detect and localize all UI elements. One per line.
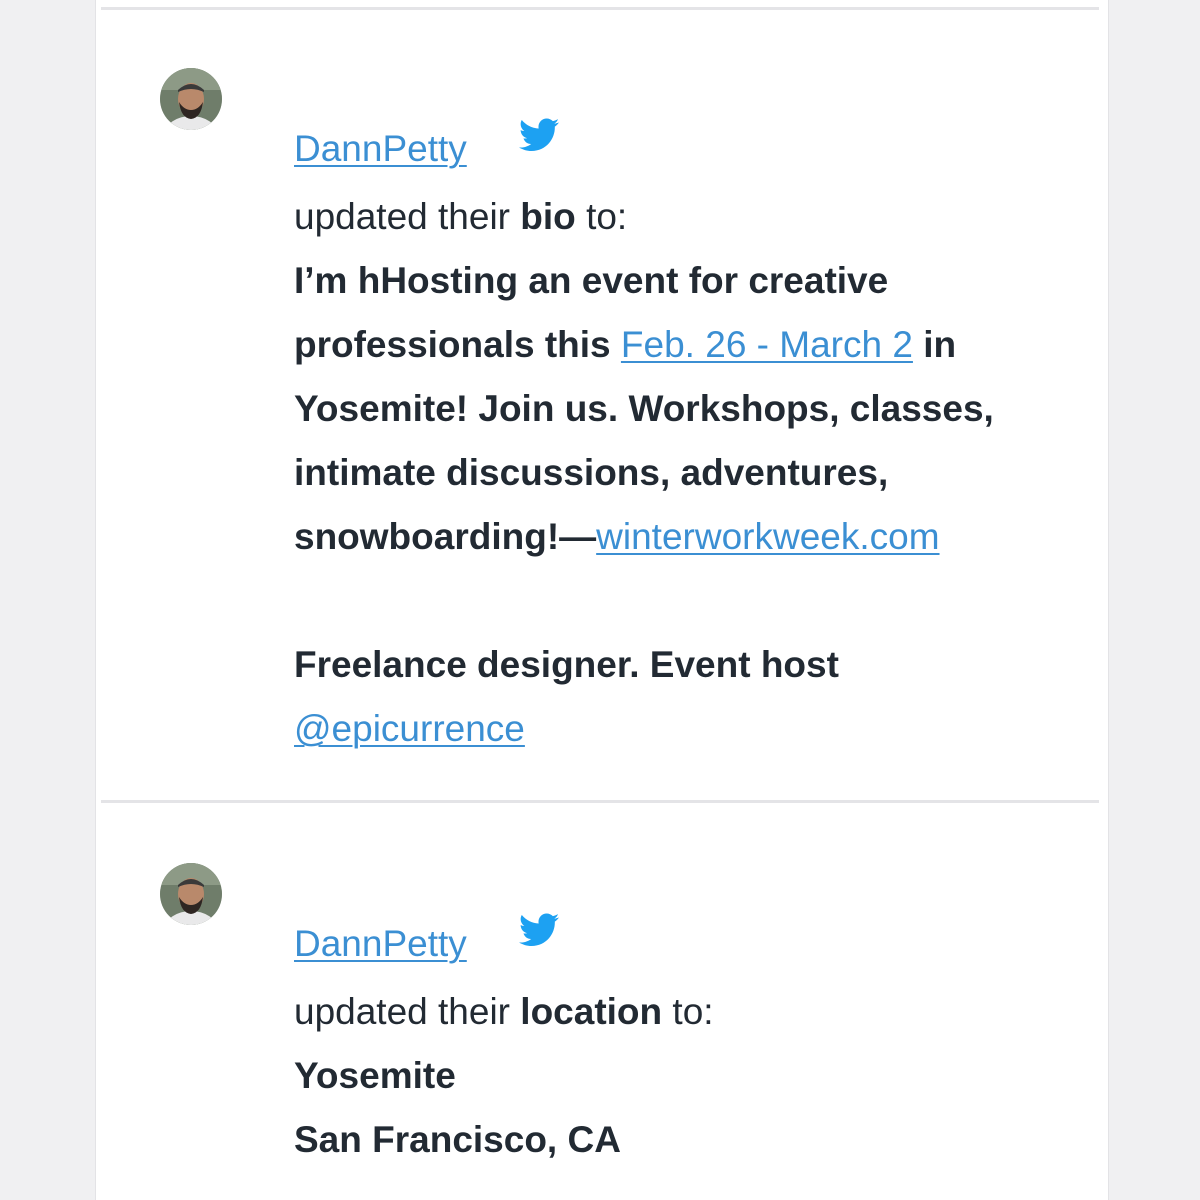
action-line: updated their location to: [294, 991, 714, 1032]
action-line: updated their bio to: [294, 196, 628, 237]
bio-update: updated their bio to: I’m hHosting an ev… [294, 185, 1084, 761]
username-link[interactable]: DannPetty [294, 130, 467, 167]
updated-field: location [520, 991, 663, 1032]
avatar[interactable] [160, 68, 222, 130]
username-link[interactable]: DannPetty [294, 925, 467, 962]
location-update: updated their location to: Yosemite San … [294, 980, 1084, 1172]
twitter-bird-icon[interactable] [519, 913, 559, 947]
updated-field: bio [520, 196, 576, 237]
location-text: Yosemite San Francisco, CA [294, 1055, 621, 1160]
avatar[interactable] [160, 863, 222, 925]
entry-divider-top [101, 7, 1099, 10]
date-link[interactable]: Feb. 26 - March 2 [621, 324, 913, 365]
entry-divider [101, 800, 1099, 803]
bio-text: I’m hHosting an event for creative profe… [294, 260, 994, 749]
website-link[interactable]: winterworkweek.com [596, 516, 939, 557]
mention-link[interactable]: @epicurrence [294, 708, 525, 749]
twitter-bird-icon[interactable] [519, 118, 559, 152]
